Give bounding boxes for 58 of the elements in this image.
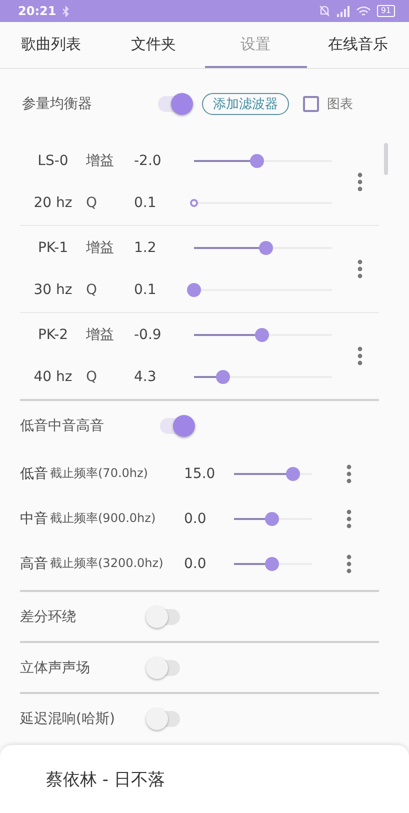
scrollbar[interactable]	[384, 143, 388, 175]
track-title: 蔡依林 - 日不落	[46, 768, 165, 790]
cutoff-label: 截止频率(900.0hz)	[50, 510, 157, 527]
filter-label: 30 hz	[32, 282, 74, 298]
wifi-icon	[356, 6, 371, 16]
param-label: Q	[86, 369, 98, 385]
more-icon[interactable]	[346, 508, 352, 528]
band-name: 中音	[20, 510, 49, 528]
param-value: 0.1	[134, 282, 158, 298]
toggle-switch[interactable]	[158, 96, 190, 112]
toggle-switch[interactable]	[148, 710, 180, 726]
toggle-switch[interactable]	[160, 418, 192, 434]
param-value: 0.1	[134, 195, 158, 211]
more-icon[interactable]	[357, 346, 363, 366]
cutoff-label: 截止频率(70.0hz)	[50, 465, 149, 482]
checkbox[interactable]	[303, 96, 319, 112]
param-label: Q	[86, 282, 98, 298]
setting-label: 立体声声场	[20, 658, 91, 676]
mini-player[interactable]: 蔡依林 - 日不落	[0, 745, 409, 813]
param-label: Q	[86, 195, 98, 211]
filter-label: 20 hz	[32, 195, 74, 211]
bell-off-icon	[318, 5, 330, 17]
filter-label: PK-1	[36, 240, 70, 256]
param-value: 1.2	[134, 240, 158, 256]
filter-label: LS-0	[36, 153, 70, 169]
filter-label: PK-2	[36, 327, 70, 343]
battery-level: 91	[376, 5, 395, 17]
more-icon[interactable]	[357, 259, 363, 279]
more-icon[interactable]	[346, 554, 352, 574]
param-label: 增益	[86, 326, 115, 344]
tab[interactable]: 歌曲列表	[0, 22, 102, 68]
band-value: 0.0	[184, 510, 208, 526]
setting-label: 延迟混响(哈斯)	[20, 710, 116, 728]
section-title: 参量均衡器	[22, 95, 93, 113]
band-value: 0.0	[184, 556, 208, 572]
add-filter-button[interactable]: 添加滤波器	[202, 93, 289, 115]
section-title: 低音中音高音	[20, 417, 105, 435]
filter-label: 40 hz	[32, 369, 74, 385]
band-name: 低音	[20, 464, 49, 482]
signal-icon	[336, 6, 350, 16]
status-time: 20:21	[18, 4, 56, 18]
setting-label: 差分环绕	[20, 608, 77, 626]
tab[interactable]: 在线音乐	[306, 22, 409, 68]
bluetooth-icon	[62, 6, 70, 16]
more-icon[interactable]	[346, 464, 352, 484]
param-value: -2.0	[134, 153, 162, 169]
param-label: 增益	[86, 152, 115, 170]
band-name: 高音	[20, 554, 49, 572]
toggle-switch[interactable]	[148, 660, 180, 676]
band-value: 15.0	[184, 466, 216, 482]
tab[interactable]: 文件夹	[102, 22, 204, 68]
param-value: -0.9	[134, 327, 162, 343]
cutoff-label: 截止频率(3200.0hz)	[50, 555, 164, 572]
toggle-switch[interactable]	[148, 608, 180, 624]
param-value: 4.3	[134, 369, 158, 385]
more-icon[interactable]	[357, 172, 363, 192]
checkbox-label: 图表	[327, 96, 353, 113]
param-label: 增益	[86, 239, 115, 257]
